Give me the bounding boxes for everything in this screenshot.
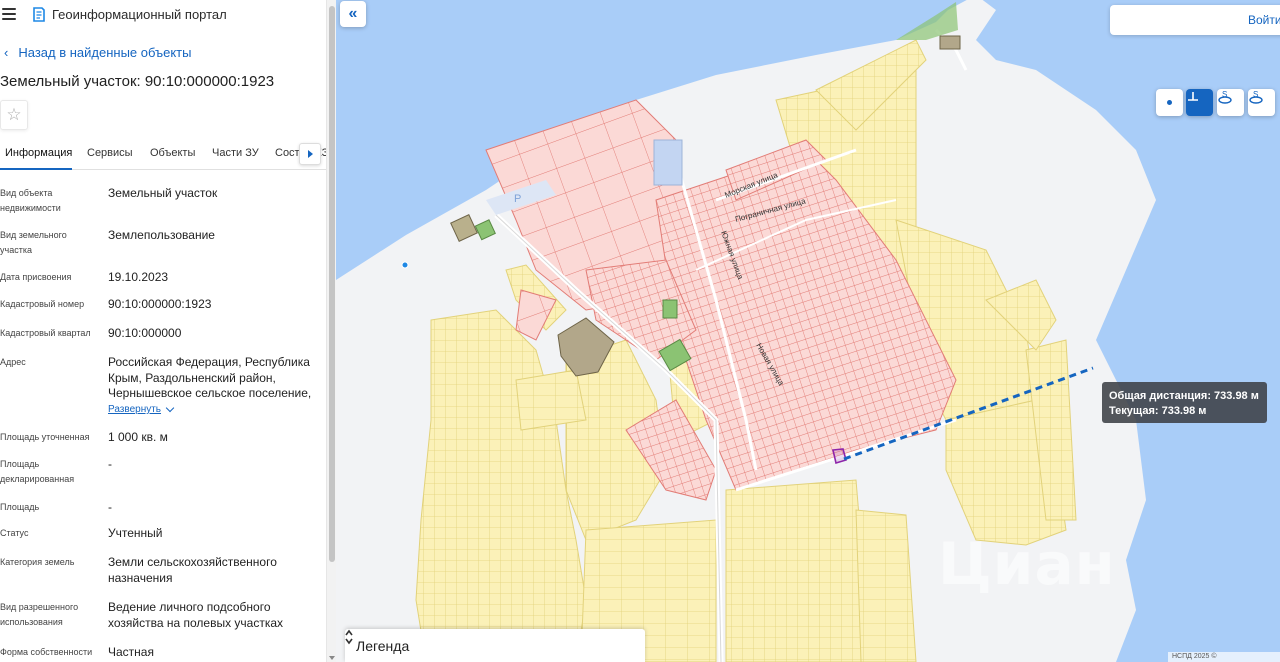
prop-label: Дата присвоения	[0, 272, 72, 282]
active-tab-indicator	[0, 168, 72, 170]
address-value: Российская Федерация, Республика Крым, Р…	[108, 355, 312, 400]
selected-parcel[interactable]	[832, 448, 847, 465]
prop-value: Ведение личного подсобного хозяйства на …	[108, 600, 284, 630]
tab-parts[interactable]: Части ЗУ	[212, 147, 259, 159]
location-marker[interactable]	[401, 261, 409, 269]
prop-value: Учтенный	[108, 526, 163, 540]
prop-value: Земельный участок	[108, 186, 218, 200]
perimeter-measure-button[interactable]: S	[1248, 89, 1275, 116]
prop-value: Землепользование	[108, 228, 215, 242]
distance-measure-icon	[1188, 92, 1198, 101]
info-panel: Геоинформационный портал ‹ Назад в найде…	[0, 0, 326, 662]
tab-services[interactable]: Сервисы	[87, 147, 133, 159]
prop-value: -	[108, 457, 112, 471]
prop-label: Площадь уточненная	[0, 432, 90, 442]
back-to-results-link[interactable]: ‹ Назад в найденные объекты	[4, 45, 191, 60]
scrollbar-thumb[interactable]	[329, 6, 335, 562]
map-attribution: НСПД 2025 ©	[1168, 652, 1280, 662]
prop-label: Адрес	[0, 357, 26, 367]
legend-label: Легенда	[356, 637, 410, 654]
collapse-panel-button[interactable]: «	[340, 1, 366, 27]
distance-tooltip: Общая дистанция: 733.98 м Текущая: 733.9…	[1102, 382, 1267, 423]
point-measure-button[interactable]	[1156, 89, 1183, 116]
point-measure-icon	[1167, 100, 1172, 105]
parking-label: P	[514, 193, 521, 205]
expand-address-link[interactable]: Развернуть	[108, 403, 175, 415]
star-icon: ☆	[6, 105, 22, 124]
panel-header: Геоинформационный портал	[0, 0, 326, 30]
tab-info[interactable]: Информация	[5, 147, 72, 159]
map-canvas[interactable]: P Морская улица Пограничная улица Южная …	[336, 0, 1280, 662]
current-distance-text: Текущая: 733.98 м	[1109, 405, 1207, 417]
legend-toggle[interactable]: Легенда	[345, 629, 645, 662]
prop-value: Земли сельскохозяйственного назначения	[108, 555, 277, 585]
app-title: Геоинформационный портал	[52, 7, 227, 22]
prop-label: Вид земельного участка	[0, 230, 67, 255]
chevron-left-icon: ‹	[4, 45, 9, 60]
prop-label: Категория земель	[0, 557, 75, 567]
chevron-right-icon	[307, 150, 313, 158]
portal-logo-icon	[33, 7, 45, 22]
watermark: Циан	[938, 530, 1116, 598]
favorite-button[interactable]: ☆	[0, 100, 28, 130]
expand-label: Развернуть	[108, 404, 162, 415]
svg-text:S: S	[1253, 90, 1258, 99]
scroll-down-arrow-icon[interactable]	[329, 656, 335, 660]
prop-value: 1 000 кв. м	[108, 430, 168, 444]
menu-icon[interactable]	[2, 8, 16, 20]
svg-text:S: S	[1222, 90, 1227, 99]
login-button[interactable]: Войти	[1110, 5, 1280, 35]
prop-label: Вид объекта недвижимости	[0, 188, 61, 213]
prop-label: Статус	[0, 528, 29, 538]
tab-bar: Информация Сервисы Объекты Части ЗУ Сост…	[0, 140, 326, 170]
prop-label: Кадастровый номер	[0, 299, 85, 309]
prop-label: Кадастровый квартал	[0, 328, 91, 338]
map-view[interactable]: P Морская улица Пограничная улица Южная …	[336, 0, 1280, 662]
area-measure-button[interactable]: S	[1217, 89, 1244, 116]
prop-value: -	[108, 500, 112, 514]
prop-value: 90:10:000000	[108, 326, 182, 340]
perimeter-measure-icon: S	[1249, 90, 1263, 104]
prop-value: Частная	[108, 645, 154, 659]
prop-label: Вид разрешенного использования	[0, 602, 79, 627]
distance-measure-button[interactable]	[1186, 89, 1213, 116]
panel-scrollbar[interactable]	[326, 0, 336, 662]
area-measure-icon: S	[1218, 90, 1232, 104]
tab-objects[interactable]: Объекты	[150, 147, 195, 159]
prop-label: Площадь	[0, 502, 40, 512]
back-link-label: Назад в найденные объекты	[18, 45, 192, 60]
object-title: Земельный участок: 90:10:000000:1923	[0, 73, 275, 90]
tabs-scroll-right-button[interactable]	[299, 143, 321, 165]
prop-value: 19.10.2023	[108, 270, 169, 284]
app-root: Геоинформационный портал ‹ Назад в найде…	[0, 0, 1280, 662]
total-distance-text: Общая дистанция: 733.98 м	[1109, 390, 1259, 402]
double-chevron-left-icon: «	[348, 5, 358, 22]
up-down-icon	[345, 629, 353, 645]
prop-label: Форма собственности	[0, 647, 93, 657]
prop-label: Площадь декларированная	[0, 459, 75, 484]
prop-value: 90:10:000000:1923	[108, 297, 212, 311]
chevron-down-icon	[165, 403, 175, 413]
